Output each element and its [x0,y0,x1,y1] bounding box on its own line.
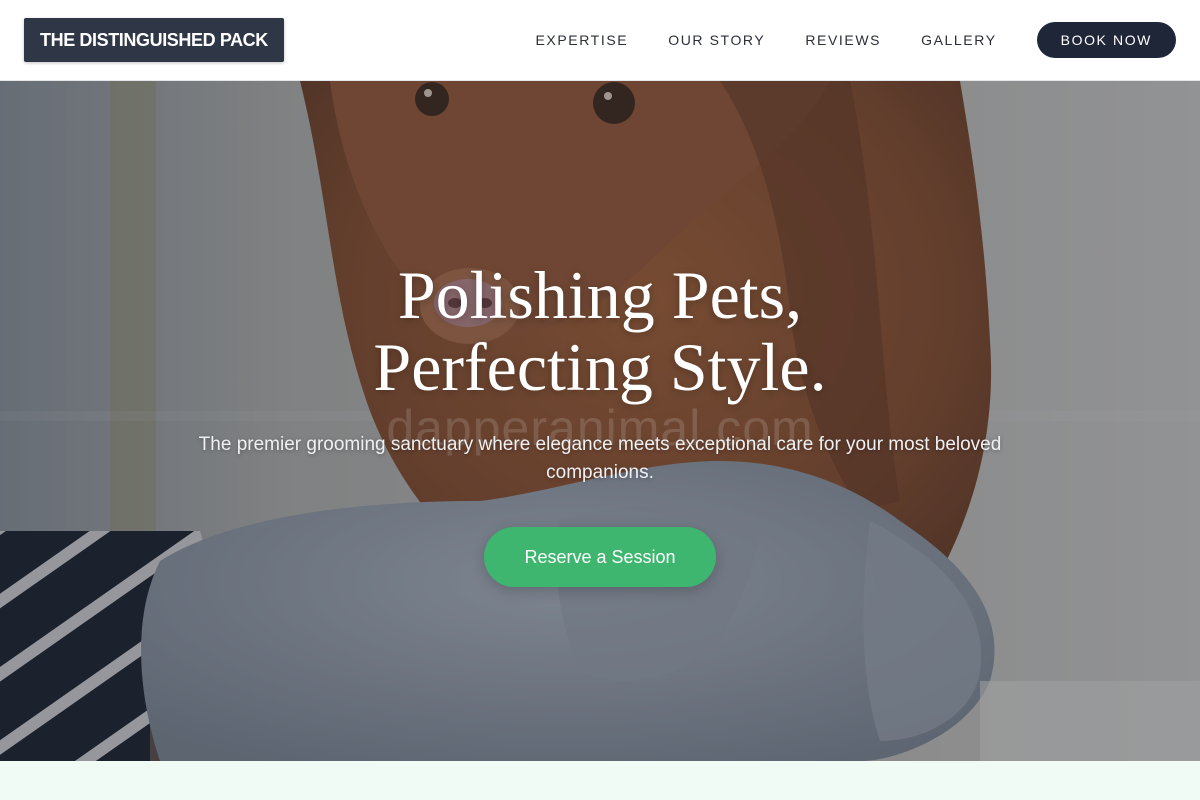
nav-link-our-story[interactable]: OUR STORY [668,32,765,48]
brand-logo[interactable]: THE DISTINGUISHED PACK [24,18,284,62]
hero-subtitle: The premier grooming sanctuary where ele… [198,434,1002,483]
nav-link-expertise[interactable]: EXPERTISE [535,32,628,48]
hero-content: Polishing Pets, Perfecting Style. The pr… [0,259,1200,587]
hero-section: dapperanimal.com Polishing Pets, Perfect… [0,81,1200,761]
nav-link-reviews[interactable]: REVIEWS [805,32,881,48]
nav-link-gallery[interactable]: GALLERY [921,32,997,48]
hero-title-line-1: Polishing Pets, [397,257,803,333]
reserve-session-button[interactable]: Reserve a Session [484,527,716,587]
book-now-button[interactable]: BOOK NOW [1036,22,1176,58]
top-navigation: THE DISTINGUISHED PACK EXPERTISE OUR STO… [0,0,1200,81]
hero-title-line-2: Perfecting Style. [373,329,827,405]
next-section-strip [0,761,1200,800]
nav-links: EXPERTISE OUR STORY REVIEWS GALLERY BOOK… [535,22,1176,58]
hero-title: Polishing Pets, Perfecting Style. [0,259,1200,403]
